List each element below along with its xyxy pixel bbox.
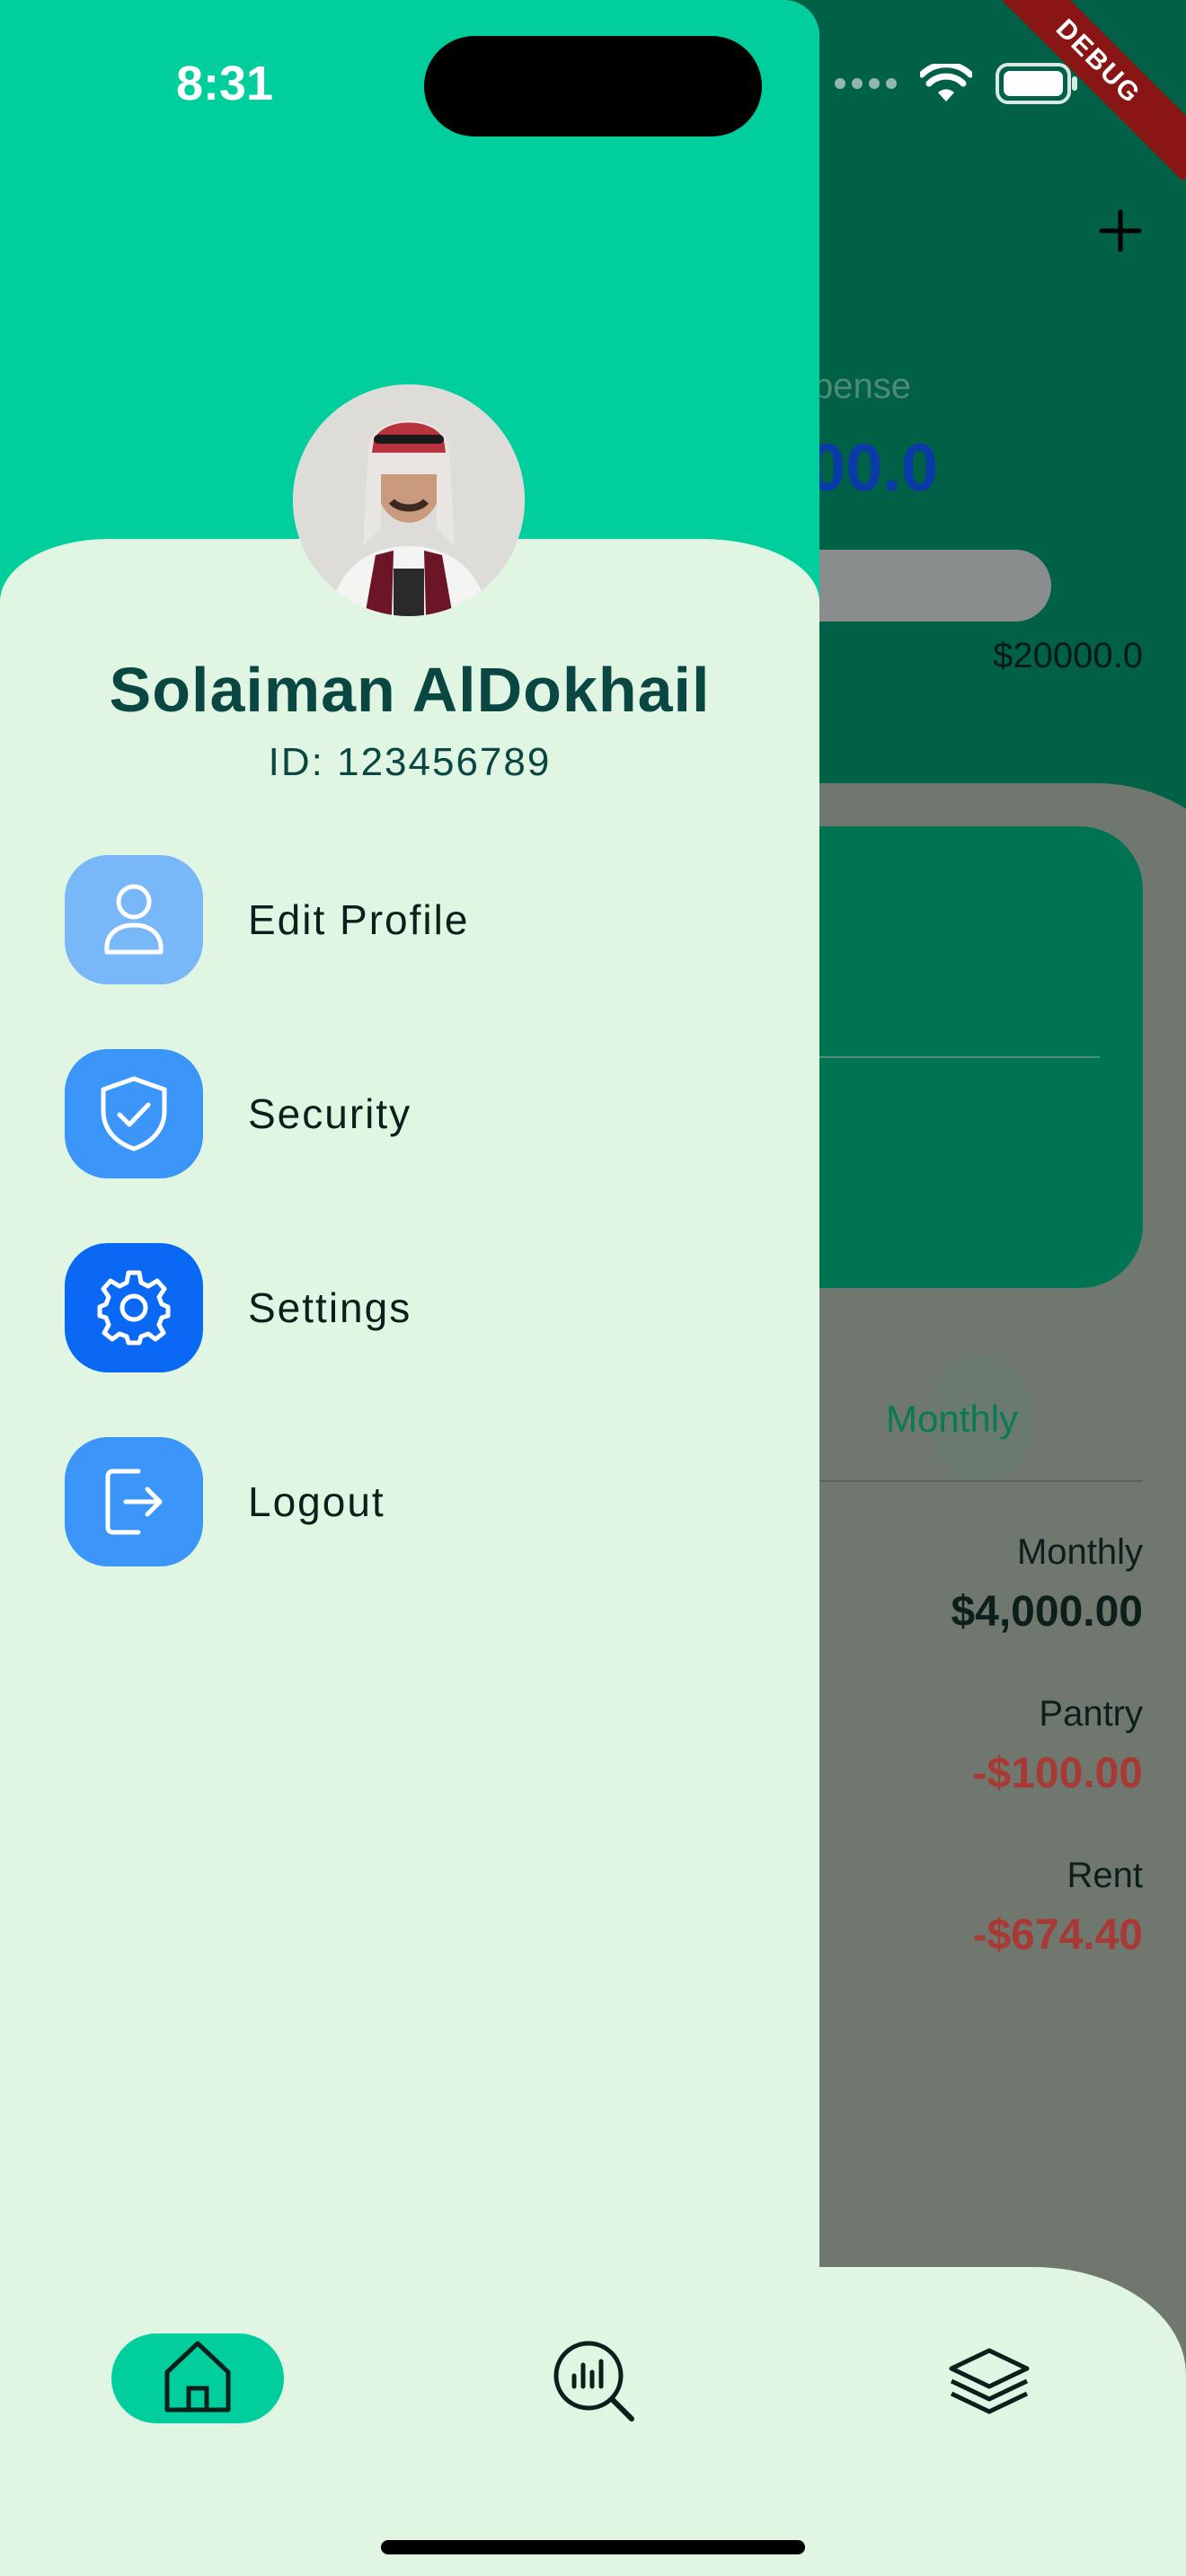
wifi-icon <box>918 61 974 108</box>
menu-item-label: Logout <box>248 1478 385 1525</box>
battery-icon <box>996 63 1078 109</box>
nav-home-button[interactable] <box>111 2333 284 2423</box>
home-indicator[interactable] <box>381 2540 805 2554</box>
menu-item-logout[interactable]: Logout <box>65 1437 469 1566</box>
expense-value: 00.0 <box>809 430 939 505</box>
expense-label: pense <box>813 366 911 406</box>
status-icons <box>834 61 1078 109</box>
gear-icon <box>65 1243 203 1372</box>
shield-check-icon <box>65 1049 203 1178</box>
menu-item-label: Edit Profile <box>248 896 470 943</box>
nav-analysis-button[interactable] <box>544 2333 643 2432</box>
dynamic-island <box>424 36 762 137</box>
user-id: ID: 123456789 <box>268 740 552 784</box>
menu-item-label: Security <box>248 1090 412 1137</box>
logout-icon <box>65 1437 203 1566</box>
menu-item-label: Settings <box>248 1284 412 1331</box>
drawer-menu: Edit Profile Security Settings Logout <box>65 855 469 1631</box>
home-icon <box>162 2338 234 2420</box>
navigation-drawer: 8:31 Solaiman AlDokhail ID: 123456789 Ed… <box>0 0 819 2576</box>
transaction-item[interactable]: Pantry -$100.00 <box>973 1694 1144 1798</box>
transaction-amount: -$100.00 <box>972 1750 1144 1797</box>
analysis-icon <box>551 2338 637 2429</box>
tab-monthly[interactable]: Monthly <box>886 1398 1018 1441</box>
transaction-item[interactable]: Monthly $4,000.00 <box>951 1532 1143 1636</box>
transaction-amount: $4,000.00 <box>951 1588 1143 1636</box>
transaction-amount: -$674.40 <box>972 1911 1144 1959</box>
add-icon[interactable] <box>1098 208 1143 253</box>
signal-icon <box>834 77 897 94</box>
transaction-label: Pantry <box>1039 1694 1143 1734</box>
bottom-navigation <box>0 2267 1186 2576</box>
transaction-item[interactable]: Rent -$674.40 <box>973 1856 1144 1960</box>
menu-item-settings[interactable]: Settings <box>65 1243 469 1372</box>
transaction-label: Monthly <box>1016 1532 1143 1572</box>
nav-layers-button[interactable] <box>940 2333 1039 2432</box>
user-name: Solaiman AlDokhail <box>109 655 711 725</box>
layers-icon <box>946 2345 1032 2422</box>
budget-limit: $20000.0 <box>993 636 1143 675</box>
menu-item-edit-profile[interactable]: Edit Profile <box>65 855 469 984</box>
tab-divider <box>764 1480 1143 1482</box>
transaction-label: Rent <box>1067 1856 1144 1895</box>
status-time: 8:31 <box>176 57 274 110</box>
avatar[interactable] <box>293 384 525 616</box>
menu-item-security[interactable]: Security <box>65 1049 469 1178</box>
person-icon <box>65 855 203 984</box>
